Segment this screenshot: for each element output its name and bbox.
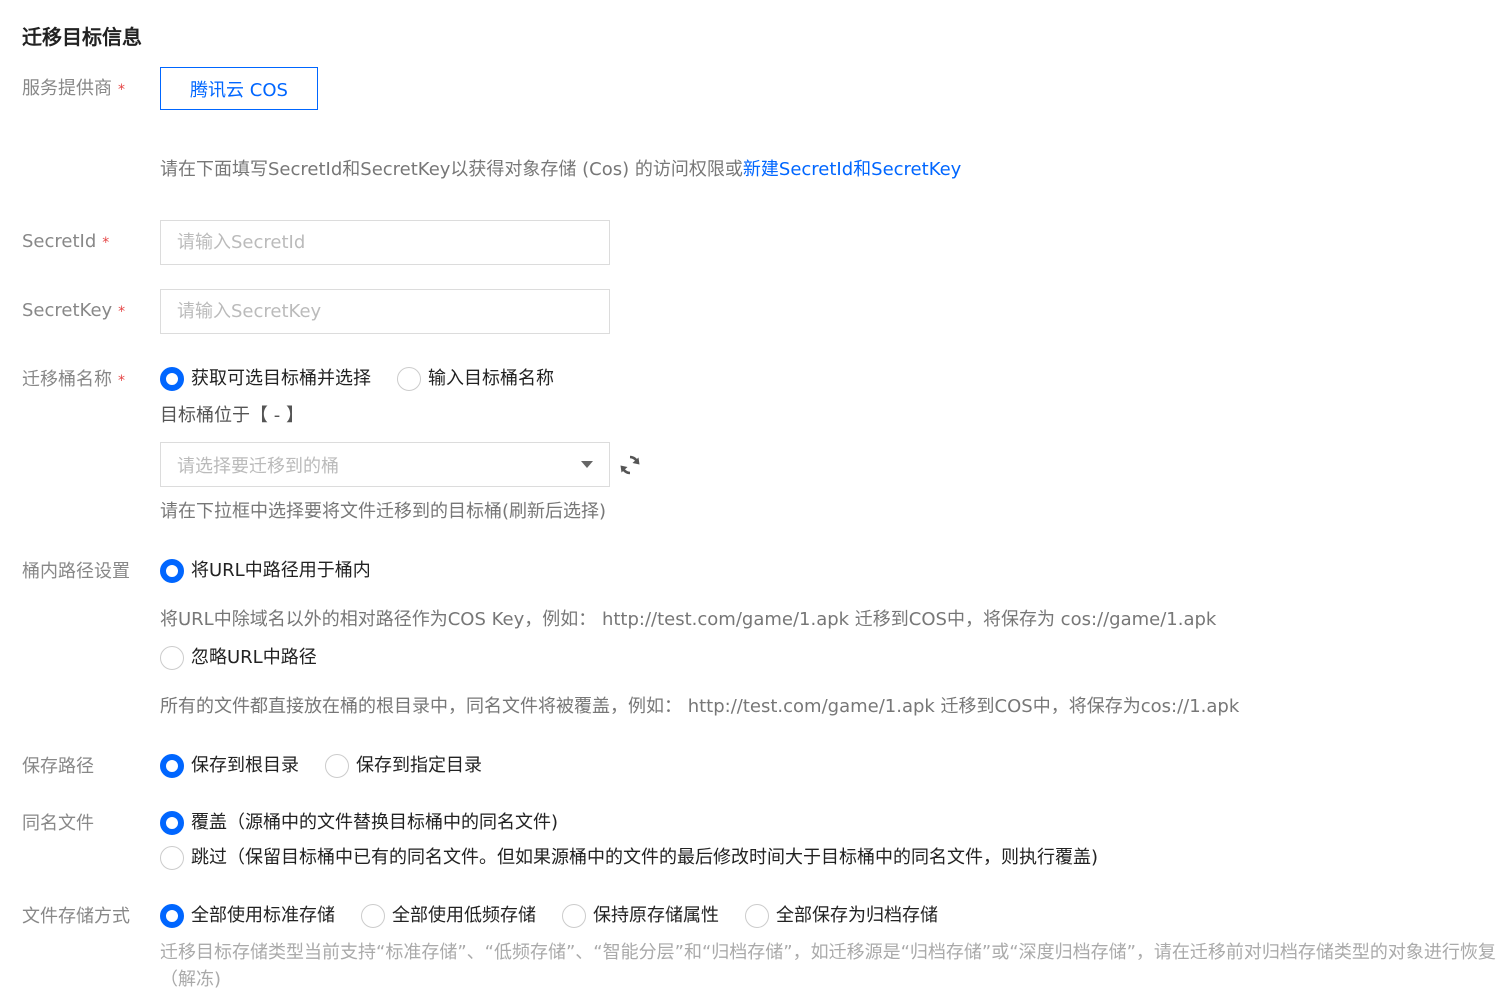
- storage-hint-line2: （解冻): [160, 969, 222, 990]
- required-mark: *: [118, 82, 125, 98]
- radio-skip[interactable]: 跳过（保留目标桶中已有的同名文件。但如果源桶中的文件的最后修改时间大于目标桶中的…: [160, 846, 1098, 870]
- provider-option-tencent-cos[interactable]: 腾讯云 COS: [160, 67, 318, 110]
- storage-hint-line1: 迁移目标存储类型当前支持“标准存储”、“低频存储”、“智能分层”和“归档存储”，…: [160, 942, 1496, 963]
- radio-dot: [397, 367, 421, 391]
- radio-archive-storage[interactable]: 全部保存为归档存储: [745, 904, 938, 928]
- section-title: 迁移目标信息: [22, 25, 142, 49]
- save-path-label: 保存路径: [22, 756, 94, 777]
- required-mark: *: [118, 373, 125, 389]
- refresh-icon[interactable]: [618, 453, 642, 477]
- bucket-select[interactable]: 请选择要迁移到的桶: [160, 442, 610, 487]
- radio-infrequent-storage[interactable]: 全部使用低频存储: [361, 904, 536, 928]
- secret-id-label: SecretId *: [22, 231, 110, 252]
- same-name-label: 同名文件: [22, 813, 94, 834]
- radio-dot: [160, 754, 184, 778]
- storage-label: 文件存储方式: [22, 906, 130, 927]
- secret-id-input[interactable]: [160, 220, 610, 265]
- chevron-down-icon: [581, 461, 593, 468]
- radio-dot: [562, 904, 586, 928]
- bucket-select-hint: 请在下拉框中选择要将文件迁移到的目标桶(刷新后选择): [160, 501, 607, 522]
- radio-standard-storage[interactable]: 全部使用标准存储: [160, 904, 335, 928]
- secret-key-label: SecretKey *: [22, 300, 126, 321]
- radio-fetch-bucket[interactable]: 获取可选目标桶并选择: [160, 367, 371, 391]
- required-mark: *: [118, 304, 126, 320]
- radio-dot: [160, 811, 184, 835]
- radio-dot: [745, 904, 769, 928]
- radio-dot: [160, 559, 184, 583]
- radio-input-bucket[interactable]: 输入目标桶名称: [397, 367, 554, 391]
- radio-ignore-url-path[interactable]: 忽略URL中路径: [160, 646, 317, 670]
- radio-dot: [160, 904, 184, 928]
- ignore-url-path-desc: 所有的文件都直接放在桶的根目录中，同名文件将被覆盖，例如： http://tes…: [160, 696, 1240, 717]
- radio-dot: [160, 646, 184, 670]
- radio-keep-storage[interactable]: 保持原存储属性: [562, 904, 719, 928]
- radio-dot: [160, 846, 184, 870]
- credential-hint: 请在下面填写SecretId和SecretKey以获得对象存储 (Cos) 的访…: [160, 159, 962, 180]
- radio-dot: [325, 754, 349, 778]
- secret-key-input[interactable]: [160, 289, 610, 334]
- bucket-location: 目标桶位于【 - 】: [160, 405, 304, 426]
- radio-overwrite[interactable]: 覆盖（源桶中的文件替换目标桶中的同名文件): [160, 811, 558, 835]
- required-mark: *: [102, 235, 110, 251]
- radio-dot: [361, 904, 385, 928]
- use-url-path-desc: 将URL中除域名以外的相对路径作为COS Key，例如： http://test…: [160, 609, 1217, 630]
- path-setting-label: 桶内路径设置: [22, 561, 130, 582]
- create-secret-link[interactable]: 新建SecretId和SecretKey: [743, 159, 961, 180]
- radio-save-root[interactable]: 保存到根目录: [160, 754, 299, 778]
- bucket-select-placeholder: 请选择要迁移到的桶: [177, 455, 339, 477]
- provider-label: 服务提供商 *: [22, 78, 125, 99]
- radio-dot: [160, 367, 184, 391]
- radio-save-specified[interactable]: 保存到指定目录: [325, 754, 482, 778]
- bucket-name-label: 迁移桶名称 *: [22, 369, 125, 390]
- radio-use-url-path[interactable]: 将URL中路径用于桶内: [160, 559, 371, 583]
